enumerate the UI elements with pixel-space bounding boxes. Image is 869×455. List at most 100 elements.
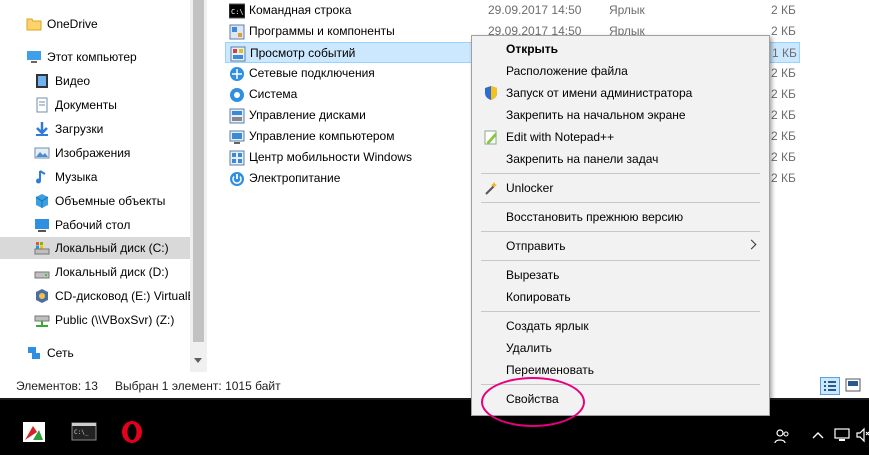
event-viewer-icon: [230, 46, 246, 62]
file-name: Командная строка: [249, 3, 352, 17]
nav-item-label: Музыка: [55, 170, 98, 184]
menu-item-label: Edit with Notepad++: [506, 130, 615, 144]
people-icon[interactable]: [774, 428, 790, 444]
app-icon[interactable]: [21, 420, 47, 444]
nav-item-network[interactable]: Сеть: [0, 342, 190, 364]
menu-separator: [481, 173, 760, 174]
navigation-pane: OneDrive Этот компьютер Видео Документы …: [0, 0, 190, 372]
menu-separator: [481, 202, 760, 203]
menu-item-send-to[interactable]: Отправить: [474, 235, 767, 257]
file-row[interactable]: C:\ Командная строка 29.09.2017 14:50 Яр…: [225, 0, 800, 21]
nav-item-drive-d[interactable]: Локальный диск (D:): [0, 261, 190, 283]
nav-item-network-drive[interactable]: Public (\\VBoxSvr) (Z:): [0, 309, 190, 331]
nav-item-drive-c[interactable]: Локальный диск (C:): [0, 237, 190, 259]
file-name: Электропитание: [249, 171, 341, 185]
menu-item-delete[interactable]: Удалить: [474, 337, 767, 359]
menu-separator: [481, 311, 760, 312]
menu-item-label: Отправить: [506, 239, 566, 253]
network-drive-icon: [34, 315, 50, 327]
pictures-icon: [34, 147, 50, 159]
details-view-button[interactable]: [820, 377, 840, 395]
nav-item-this-pc[interactable]: Этот компьютер: [0, 46, 190, 68]
volume-icon[interactable]: [856, 427, 869, 443]
network-tray-icon[interactable]: [834, 427, 852, 443]
file-size: 2 КБ: [771, 3, 796, 17]
highlight-annotation: [481, 377, 585, 427]
nav-item-documents[interactable]: Документы: [0, 94, 190, 116]
menu-item-run-as-admin[interactable]: Запуск от имени администратора: [474, 82, 767, 104]
file-name: Центр мобильности Windows: [249, 150, 412, 164]
scroll-down-arrow-icon[interactable]: [194, 358, 202, 363]
computer-management-icon: [229, 130, 245, 144]
menu-item-label: Копировать: [506, 290, 571, 304]
selection-info: Выбран 1 элемент: 1015 байт: [115, 379, 281, 393]
menu-item-restore-previous[interactable]: Восстановить прежнюю версию: [474, 206, 767, 228]
nav-item-cd-drive[interactable]: CD-дисковод (E:) VirtualB: [0, 285, 190, 307]
opera-icon[interactable]: [119, 420, 145, 444]
nav-item-3d-objects[interactable]: Объемные объекты: [0, 190, 190, 212]
network-icon: [28, 347, 40, 359]
file-size: 2 КБ: [771, 24, 796, 38]
nav-item-pictures[interactable]: Изображения: [0, 142, 190, 164]
file-size: 2 КБ: [771, 87, 796, 101]
nav-item-label: Сеть: [47, 346, 74, 360]
3d-objects-icon: [35, 194, 49, 208]
cd-drive-icon: [36, 289, 48, 303]
menu-item-pin-start[interactable]: Закрепить на начальном экране: [474, 104, 767, 126]
nav-item-label: Изображения: [55, 146, 131, 160]
menu-separator: [481, 260, 760, 261]
menu-item-edit-notepad[interactable]: Edit with Notepad++: [474, 126, 767, 148]
menu-item-pin-taskbar[interactable]: Закрепить на панели задач: [474, 148, 767, 170]
details-view-icon: [824, 381, 836, 391]
menu-item-label: Удалить: [506, 341, 552, 355]
nav-item-music[interactable]: Музыка: [0, 166, 190, 188]
nav-item-label: Локальный диск (C:): [55, 241, 169, 255]
system-drive-icon: [34, 242, 50, 255]
nav-item-onedrive[interactable]: OneDrive: [0, 13, 190, 35]
item-count: Элементов: 13: [16, 379, 98, 393]
nav-scrollbar-thumb[interactable]: [193, 0, 204, 342]
shield-icon: [485, 86, 497, 100]
file-size: 2 КБ: [771, 150, 796, 164]
file-size: 2 КБ: [771, 108, 796, 122]
file-name: Просмотр событий: [250, 46, 356, 60]
network-connections-icon: [230, 67, 244, 81]
file-size: 2 КБ: [771, 171, 796, 185]
menu-item-label: Расположение файла: [506, 64, 628, 78]
chevron-up-icon[interactable]: [812, 430, 824, 440]
nav-item-desktop[interactable]: Рабочий стол: [0, 214, 190, 236]
downloads-icon: [36, 122, 48, 136]
context-menu: Открыть Расположение файла Запуск от име…: [471, 35, 770, 416]
nav-item-video[interactable]: Видео: [0, 70, 190, 92]
menu-item-create-shortcut[interactable]: Создать ярлык: [474, 315, 767, 337]
menu-item-file-location[interactable]: Расположение файла: [474, 60, 767, 82]
system-icon: [230, 88, 244, 102]
menu-item-label: Закрепить на начальном экране: [506, 108, 686, 122]
nav-scrollbar[interactable]: [190, 0, 207, 372]
nav-item-label: CD-дисковод (E:) VirtualB: [55, 289, 190, 303]
menu-item-label: Восстановить прежнюю версию: [506, 210, 684, 224]
terminal-icon[interactable]: C:\_: [71, 420, 97, 444]
file-size: 2 КБ: [771, 66, 796, 80]
video-icon: [36, 74, 48, 88]
file-name: Система: [249, 87, 298, 101]
music-icon: [36, 170, 46, 184]
menu-item-open[interactable]: Открыть: [474, 38, 767, 60]
desktop-icon: [35, 219, 49, 232]
menu-separator: [481, 231, 760, 232]
file-name: Сетевые подключения: [249, 66, 375, 80]
documents-icon: [36, 97, 48, 113]
large-icons-view-icon[interactable]: [845, 378, 861, 392]
menu-item-label: Вырезать: [506, 268, 560, 282]
menu-item-label: Переименовать: [506, 363, 594, 377]
file-size: 2 КБ: [771, 129, 796, 143]
nav-item-downloads[interactable]: Загрузки: [0, 118, 190, 140]
nav-item-label: Локальный диск (D:): [55, 265, 169, 279]
nav-item-label: Рабочий стол: [55, 218, 131, 232]
nav-item-label: Загрузки: [55, 122, 104, 136]
menu-item-cut[interactable]: Вырезать: [474, 264, 767, 286]
svg-text:C:\: C:\: [231, 8, 244, 16]
menu-item-unlocker[interactable]: Unlocker: [474, 177, 767, 199]
menu-item-label: Создать ярлык: [506, 319, 589, 333]
menu-item-copy[interactable]: Копировать: [474, 286, 767, 308]
